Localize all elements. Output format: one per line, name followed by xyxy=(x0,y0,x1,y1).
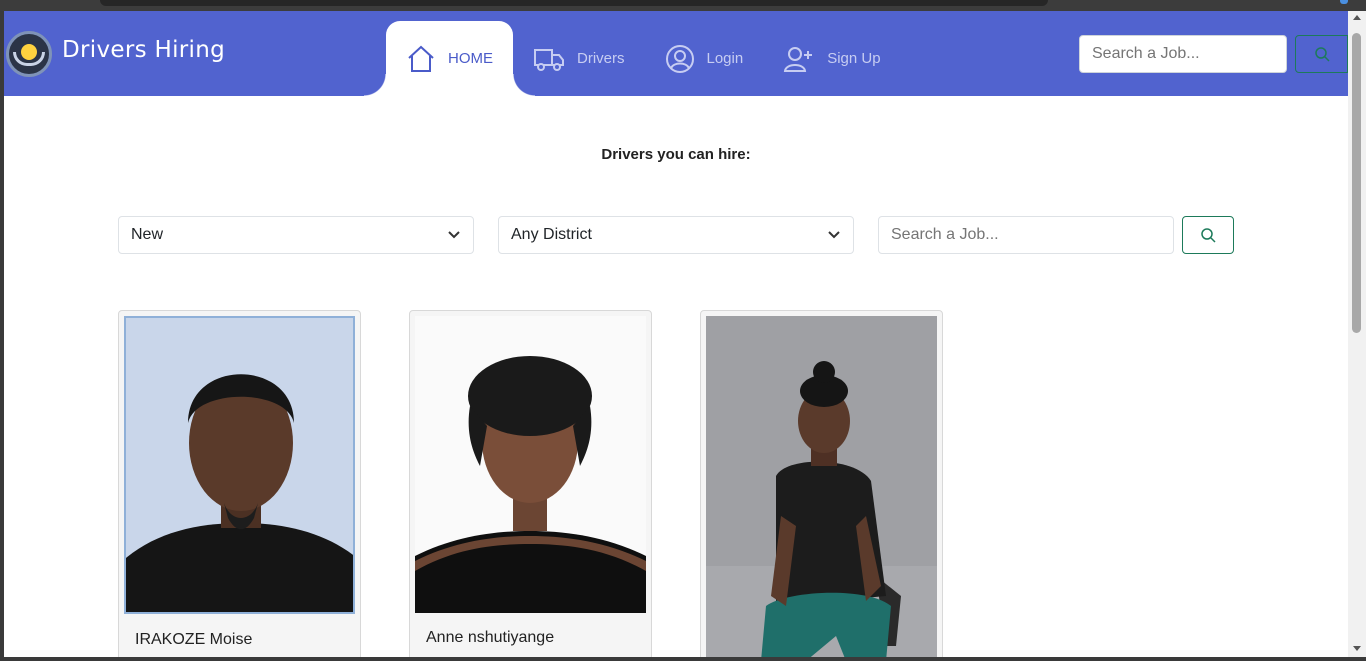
driver-card[interactable]: Anne nshutiyange xyxy=(409,310,652,657)
sort-select-value: New xyxy=(131,226,164,243)
job-search-button[interactable] xyxy=(1182,216,1234,254)
driver-name: Anne nshutiyange xyxy=(426,629,555,646)
user-circle-icon xyxy=(665,44,694,73)
chevron-down-icon xyxy=(828,231,840,239)
driver-photo xyxy=(415,316,646,613)
driver-photo xyxy=(706,316,937,657)
driver-card[interactable]: IRAKOZE Moise xyxy=(118,310,361,657)
nav-login-label: Login xyxy=(706,50,744,67)
scrollbar-thumb[interactable] xyxy=(1352,33,1361,333)
page-heading: Drivers you can hire: xyxy=(601,146,751,163)
home-icon xyxy=(408,45,434,72)
truck-icon xyxy=(534,48,564,71)
nav-signup[interactable]: Sign Up xyxy=(763,21,900,96)
top-navbar: Drivers Hiring HOME Drivers Login Sign U… xyxy=(4,11,1348,96)
user-plus-icon xyxy=(784,46,813,72)
driver-photo xyxy=(124,316,355,614)
job-search-input[interactable] xyxy=(878,216,1174,254)
scroll-up-arrow-icon[interactable] xyxy=(1353,15,1361,20)
steering-wheel-icon xyxy=(6,31,52,77)
nav-login[interactable]: Login xyxy=(645,21,764,96)
district-select-value: Any District xyxy=(511,226,592,243)
navbar-search-button[interactable] xyxy=(1295,35,1348,73)
page-scrollbar[interactable] xyxy=(1348,11,1366,657)
search-icon xyxy=(1201,228,1216,243)
nav-home-label: HOME xyxy=(448,50,493,67)
brand-name: Drivers Hiring xyxy=(62,37,225,63)
sort-select[interactable]: New xyxy=(118,216,474,254)
page-viewport: Drivers Hiring HOME Drivers Login Sign U… xyxy=(4,11,1348,657)
brand-link[interactable]: Drivers Hiring xyxy=(6,31,225,77)
nav-signup-label: Sign Up xyxy=(827,50,881,67)
nav-home[interactable]: HOME xyxy=(364,21,535,96)
nav-drivers-label: Drivers xyxy=(577,50,625,67)
driver-card[interactable] xyxy=(700,310,943,657)
driver-name: IRAKOZE Moise xyxy=(135,631,253,648)
browser-address-area xyxy=(100,0,1048,6)
search-icon xyxy=(1314,47,1330,62)
district-select[interactable]: Any District xyxy=(498,216,854,254)
navbar-search-input[interactable] xyxy=(1079,35,1287,73)
main-nav: HOME Drivers Login Sign Up xyxy=(364,21,901,96)
browser-frame xyxy=(0,0,1366,11)
chevron-down-icon xyxy=(448,231,460,239)
scroll-down-arrow-icon[interactable] xyxy=(1353,646,1361,651)
browser-indicator xyxy=(1340,0,1348,4)
